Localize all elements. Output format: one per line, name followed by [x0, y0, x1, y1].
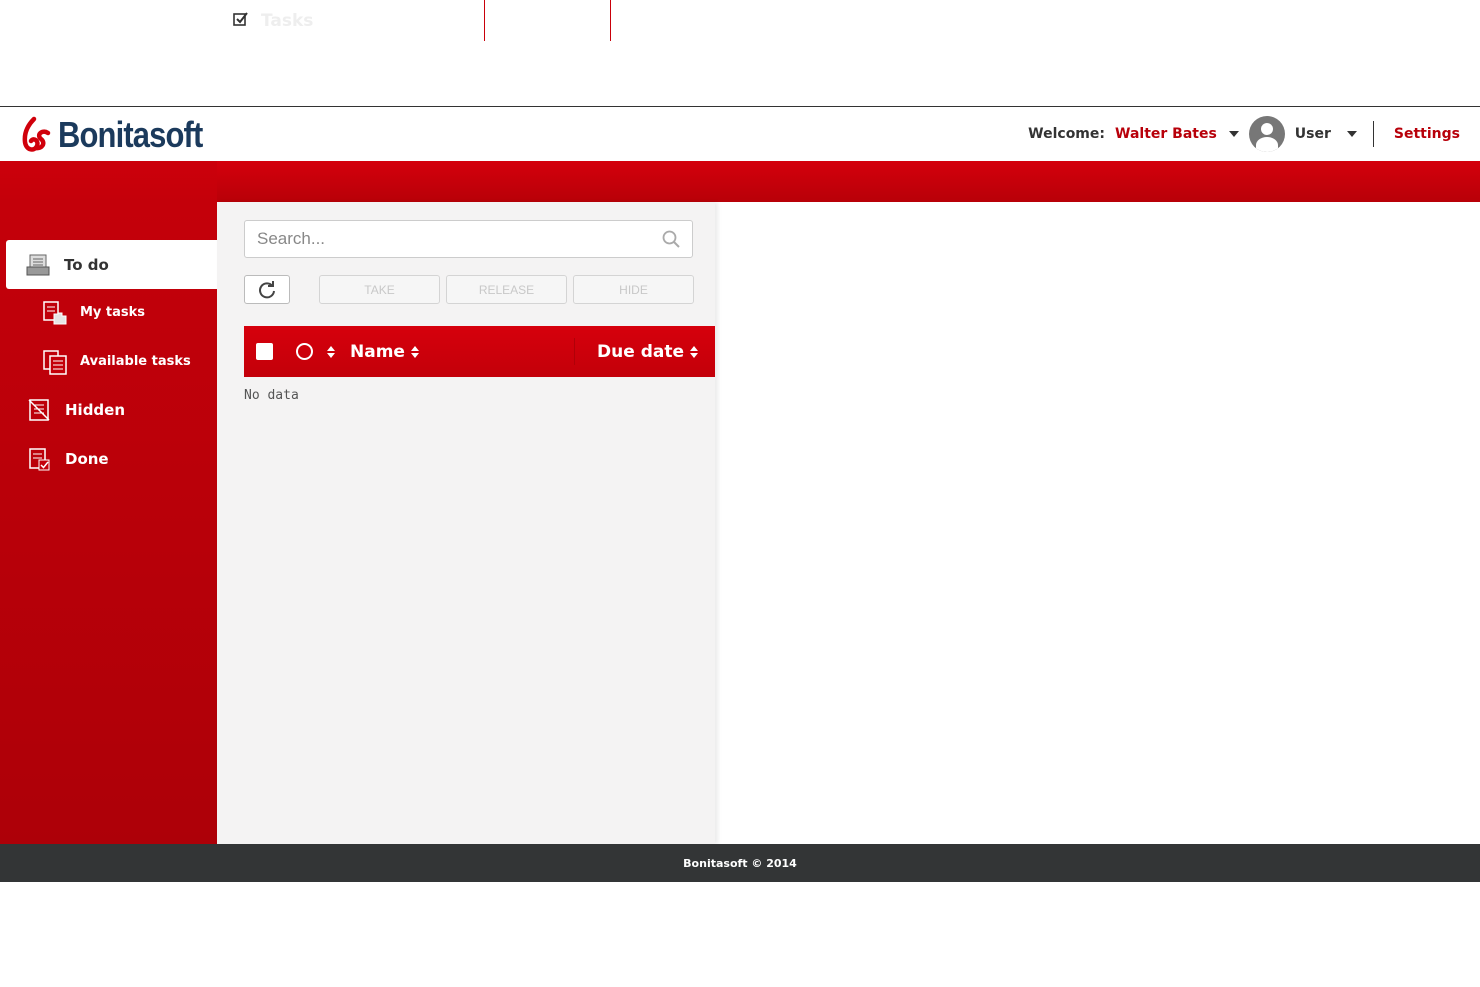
main-navbar	[0, 161, 1480, 202]
sidebar-item-label: Hidden	[65, 401, 126, 419]
divider	[1372, 121, 1374, 147]
done-task-icon	[27, 447, 51, 471]
tab-label: Tasks	[261, 10, 314, 31]
avatar	[1248, 116, 1285, 152]
tab-label: Cases	[391, 10, 447, 31]
column-divider	[574, 338, 575, 365]
column-label: Due date	[597, 341, 684, 362]
bonitasoft-logo-icon	[22, 116, 51, 152]
table-header: Name Due date	[244, 326, 715, 377]
tab-label: Apps	[527, 10, 575, 31]
tab-apps[interactable]: Apps	[485, 0, 611, 41]
sort-icon	[690, 345, 698, 358]
sidebar-item-label: My tasks	[80, 304, 146, 320]
header: Bonitasoft Welcome: Walter Bates User Se…	[0, 107, 1480, 161]
tab-tasks[interactable]: Tasks	[217, 0, 349, 41]
welcome-label: Welcome:	[1028, 126, 1105, 142]
chevron-down-icon[interactable]	[1346, 131, 1357, 137]
shuffle-icon	[363, 11, 380, 30]
tab-cases[interactable]: Cases	[349, 0, 485, 41]
sidebar-item-label: To do	[64, 255, 109, 274]
hide-button[interactable]: HIDE	[573, 275, 694, 304]
bonitasoft-logo[interactable]: Bonitasoft	[20, 114, 226, 155]
priority-column-icon[interactable]	[296, 343, 313, 360]
sidebar-item-todo[interactable]: To do	[6, 240, 217, 289]
sort-icon[interactable]	[327, 345, 335, 358]
footer-copyright: Bonitasoft © 2014	[683, 856, 797, 870]
inbox-tray-icon	[26, 253, 50, 277]
search-icon[interactable]	[662, 230, 680, 248]
sort-icon	[410, 345, 419, 358]
search-input[interactable]	[257, 229, 662, 249]
user-name-dropdown[interactable]: Walter Bates	[1115, 126, 1217, 142]
sidebar-item-hidden[interactable]: Hidden	[27, 396, 125, 424]
empty-message: No data	[244, 388, 299, 403]
task-list-icon	[42, 349, 67, 375]
apps-icon	[499, 12, 515, 30]
settings-link[interactable]: Settings	[1394, 126, 1460, 142]
sidebar-item-done[interactable]: Done	[27, 445, 109, 473]
user-bar: Welcome: Walter Bates User Settings	[1028, 107, 1460, 161]
column-header-due-date[interactable]: Due date	[597, 342, 698, 362]
task-list-panel: TAKE RELEASE HIDE Name Due date No data	[217, 202, 715, 844]
sidebar-header	[0, 161, 217, 202]
release-button[interactable]: RELEASE	[446, 275, 567, 304]
column-header-name[interactable]: Name	[350, 342, 419, 362]
chevron-down-icon[interactable]	[1228, 131, 1239, 137]
select-all-checkbox[interactable]	[256, 343, 273, 360]
hidden-task-icon	[27, 398, 51, 422]
refresh-button[interactable]	[244, 275, 290, 304]
sidebar-item-label: Done	[65, 450, 109, 468]
search-box[interactable]	[244, 220, 693, 258]
logo-text: Bonitasoft	[58, 114, 203, 155]
take-button[interactable]: TAKE	[319, 275, 440, 304]
refresh-icon	[259, 280, 275, 298]
role-dropdown[interactable]: User	[1295, 126, 1331, 142]
column-label: Name	[350, 341, 405, 362]
sidebar-item-available-tasks[interactable]: Available tasks	[42, 347, 191, 375]
check-square-icon	[233, 11, 249, 31]
hand-task-icon	[42, 300, 67, 325]
footer: Bonitasoft © 2014	[0, 844, 1480, 882]
sidebar-item-label: Available tasks	[80, 353, 191, 369]
sidebar-item-my-tasks[interactable]: My tasks	[42, 298, 145, 326]
